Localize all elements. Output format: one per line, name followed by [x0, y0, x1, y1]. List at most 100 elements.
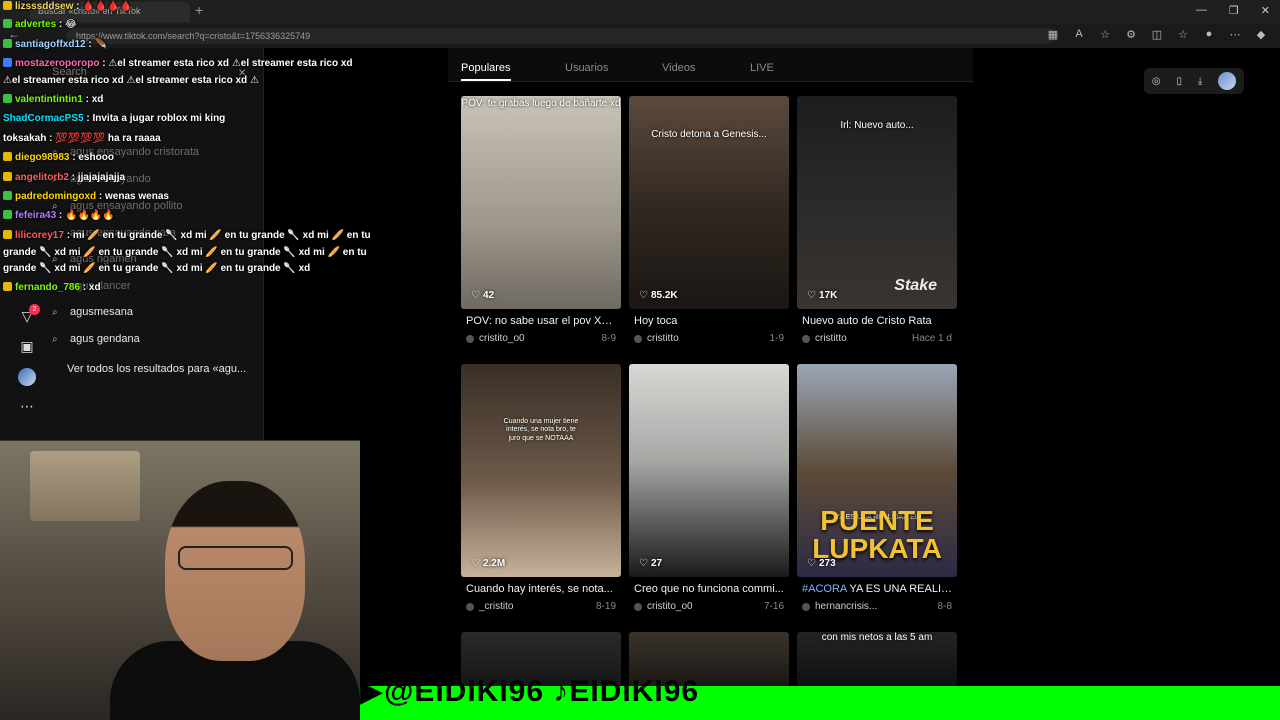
video-thumbnail[interactable]: ♡ 27 [629, 364, 789, 577]
chat-text: xd [91, 94, 104, 105]
coin-icon[interactable]: ◎ [1152, 76, 1161, 87]
video-title[interactable]: Cuando hay interés, se nota... [461, 583, 617, 595]
split-screen-icon[interactable]: ◫ [1150, 28, 1164, 41]
author[interactable]: cristitto [802, 333, 847, 344]
like-count: ♡ 273 [807, 558, 836, 569]
video-thumbnail[interactable]: Cristo detona a Genesis... ♡ 85.2K [629, 96, 789, 309]
top-right-tools: ◎ ▯ ⤓ [1144, 68, 1244, 94]
video-thumbnail[interactable]: POV: te grabas luego de bañarte xd ♡ 42 [461, 96, 621, 309]
video-card[interactable]: con mis netos a las 5 am [797, 632, 957, 688]
video-meta: _cristito 8-19 [461, 601, 621, 612]
author[interactable]: hernancrisis... [802, 601, 877, 612]
avatar [802, 334, 810, 343]
author[interactable]: _cristito [466, 601, 513, 612]
extensions-icon[interactable]: ⚙ [1124, 28, 1138, 41]
collections-icon[interactable]: ☆ [1176, 28, 1190, 41]
profile-avatar[interactable] [18, 368, 36, 386]
heart-icon: ♡ [807, 290, 816, 301]
chat-username: lilicorey17 [15, 230, 64, 241]
chat-badge-icon [3, 210, 12, 219]
chat-message: advertes : 😂 [3, 19, 77, 30]
social-handle-banner: ▶@EIDIKI96 ♪EIDIKI96 [360, 675, 1280, 720]
user-avatar[interactable] [1218, 72, 1237, 90]
chat-badge-icon [3, 1, 12, 10]
close-window-icon[interactable]: ✕ [1261, 4, 1270, 17]
search-icon: ⌕ [52, 333, 58, 345]
chat-badge-icon [3, 282, 12, 291]
read-aloud-icon[interactable]: A [1072, 28, 1086, 41]
video-title[interactable]: Nuevo auto de Cristo Rata [797, 315, 953, 327]
see-all-results-link[interactable]: Ver todos los resultados para «agu... [67, 363, 246, 375]
device-icon[interactable]: ▯ [1176, 76, 1182, 87]
search-suggestion[interactable]: ⌕ agusmesana [52, 306, 262, 318]
chat-username: valentintintin1 [15, 94, 83, 105]
chat-text: xd [88, 282, 101, 293]
chat-message: grande 🥄 xd mi 🥖 en tu grande 🥄 xd mi 🥖 … [3, 263, 310, 274]
chat-text: jjajajajajja [77, 172, 126, 183]
tab-usuarios[interactable]: Usuarios [565, 62, 608, 74]
avatar [18, 368, 36, 386]
video-thumbnail[interactable]: con mis netos a las 5 am [797, 632, 957, 688]
more-icon[interactable]: ⋯ [18, 398, 36, 416]
sidebar-nav-icons: ▽ 2 ▣ ⋯ [18, 304, 40, 416]
video-card[interactable]: POV: te grabas luego de bañarte xd ♡ 42 P… [461, 96, 621, 344]
chat-username: angelitorb2 [15, 172, 69, 183]
inbox-icon[interactable]: ▽ 2 [18, 304, 40, 326]
video-title[interactable]: Creo que no funciona commi... [629, 583, 785, 595]
chat-username: fernando_786 [15, 282, 81, 293]
video-card[interactable]: Cuando una mujer tiene interés, se nota … [461, 364, 621, 612]
search-suggestion[interactable]: ⌕ agus gendana [52, 333, 262, 345]
chat-text: mi 🥖 en tu grande 🥄 xd mi 🥖 en tu grande… [72, 230, 371, 241]
avatar [634, 334, 642, 343]
live-icon[interactable]: ▣ [18, 338, 36, 356]
video-card[interactable]: Irl: Nuevo auto... Stake ♡ 17K Nuevo auto… [797, 96, 957, 344]
video-thumbnail[interactable]: YA ES UNA REALIDAD EL PUENTE LUPKATA ♡ 27… [797, 364, 957, 577]
minimize-icon[interactable]: — [1196, 4, 1207, 17]
video-thumbnail[interactable]: Irl: Nuevo auto... Stake ♡ 17K [797, 96, 957, 309]
copilot-icon[interactable]: ◆ [1254, 28, 1268, 41]
favorite-star-icon[interactable]: ☆ [1098, 28, 1112, 41]
apps-icon[interactable]: ▦ [1046, 28, 1060, 41]
video-meta: cristito_o0 8-9 [461, 333, 621, 344]
video-card[interactable]: YA ES UNA REALIDAD EL PUENTE LUPKATA ♡ 27… [797, 364, 957, 612]
thumbnail-caption: Irl: Nuevo auto... [840, 120, 914, 131]
chat-message: diego98983 : eshooo [3, 152, 114, 163]
video-card[interactable]: ♡ 27 Creo que no funciona commi... cristi… [629, 364, 789, 612]
like-count: ♡ 27 [639, 558, 663, 569]
banner-text: ▶@EIDIKI96 ♪EIDIKI96 [360, 675, 700, 708]
chat-text: ⚠el streamer esta rico xd ⚠el streamer e… [3, 75, 259, 86]
tab-populares[interactable]: Populares [461, 62, 511, 74]
download-icon[interactable]: ⤓ [1198, 76, 1202, 87]
like-count: ♡ 17K [807, 290, 838, 301]
video-thumbnail[interactable]: Cuando una mujer tiene interés, se nota … [461, 364, 621, 577]
chat-username: advertes [15, 19, 57, 30]
author[interactable]: cristito_o0 [466, 333, 525, 344]
like-count: ♡ 2.2M [471, 558, 506, 569]
puente-lupkata-overlay: PUENTE LUPKATA [812, 505, 942, 564]
chat-badge-icon [3, 172, 12, 181]
author[interactable]: cristito_o0 [634, 601, 693, 612]
thumbnail-caption: POV: te grabas luego de bañarte xd [461, 98, 621, 109]
profile-icon[interactable]: ● [1202, 28, 1216, 41]
chat-text: eshooo [78, 152, 114, 163]
video-card[interactable]: Cristo detona a Genesis... ♡ 85.2K Hoy to… [629, 96, 789, 344]
video-title[interactable]: Hoy toca [629, 315, 785, 327]
chat-message: toksakah : 💯💯💯💯 ha ra raaaa [3, 133, 161, 144]
video-title[interactable]: #ACORA YA ES UNA REALID... [797, 583, 953, 595]
maximize-icon[interactable]: ❐ [1229, 4, 1239, 17]
chat-badge-icon [3, 58, 12, 67]
hashtag[interactable]: #ACORA [802, 583, 847, 595]
author[interactable]: cristitto [634, 333, 679, 344]
tab-videos[interactable]: Videos [662, 62, 695, 74]
chat-username: mostazeroporopo [15, 58, 100, 69]
chat-username: ShadCormacPS5 [3, 113, 84, 124]
video-title[interactable]: POV: no sabe usar el pov XD... [461, 315, 617, 327]
streamer-face [165, 481, 305, 661]
like-count: ♡ 42 [471, 290, 495, 301]
chat-badge-icon [3, 191, 12, 200]
chat-badge-icon [3, 230, 12, 239]
menu-icon[interactable]: ⋯ [1228, 28, 1242, 41]
tab-live[interactable]: LIVE [750, 62, 774, 74]
video-meta: hernancrisis... 8-8 [797, 601, 957, 612]
chat-text: 💯💯💯💯 ha ra raaaa [55, 133, 161, 144]
